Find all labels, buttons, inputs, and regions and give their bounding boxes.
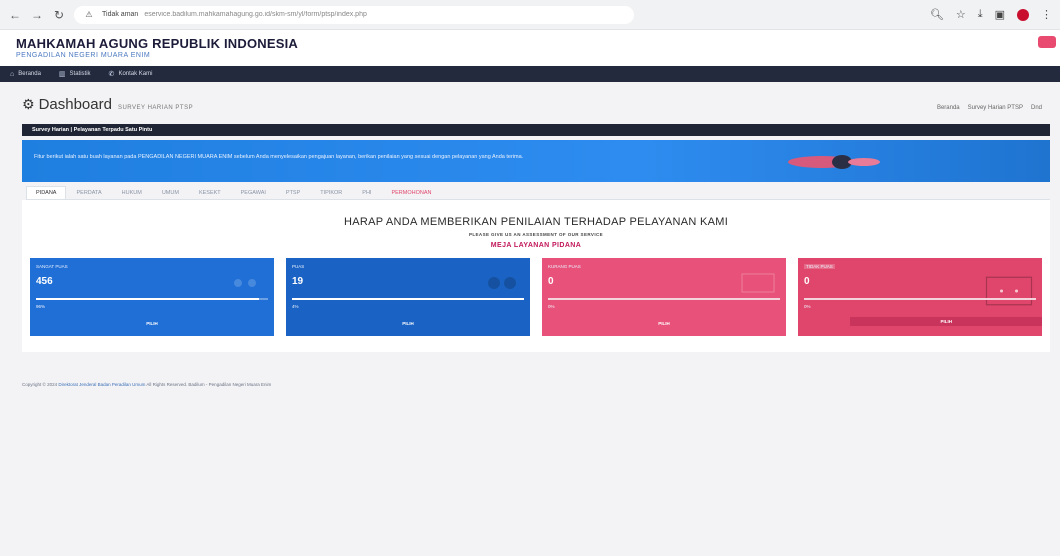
card-label: PUAS	[292, 264, 305, 269]
survey-panel: HARAP ANDA MEMBERIKAN PENILAIAN TERHADAP…	[22, 200, 1050, 352]
profile-avatar[interactable]	[1017, 8, 1029, 21]
header-action-button[interactable]	[1038, 36, 1056, 48]
site-header: MAHKAMAH AGUNG REPUBLIK INDONESIA PENGAD…	[0, 30, 1060, 66]
back-icon[interactable]: ←	[8, 8, 22, 22]
choose-button[interactable]: PILIH	[542, 321, 786, 326]
star-icon[interactable]: ☆	[956, 8, 966, 21]
tab-perdata[interactable]: PERDATA	[66, 186, 111, 199]
breadcrumb-item[interactable]: Beranda	[937, 105, 960, 111]
zoom-icon[interactable]: 🔍︎	[930, 8, 944, 21]
tab-phi[interactable]: PHI	[352, 186, 381, 199]
gear-icon: ⚙	[22, 96, 35, 112]
nav-item-label: Statistik	[69, 71, 91, 77]
nav-item-label: Kontak Kami	[118, 71, 153, 77]
dashboard-heading: ⚙ Dashboard SURVEY HARIAN PTSP Beranda S…	[22, 96, 1042, 116]
download-icon[interactable]: ⤓	[978, 8, 983, 21]
home-icon: ⌂	[10, 70, 15, 78]
progress-fill	[36, 298, 259, 300]
progress-track	[804, 298, 1036, 300]
progress-track	[36, 298, 268, 300]
survey-subheading: PLEASE GIVE US AN ASSESSMENT OF OUR SERV…	[468, 232, 604, 237]
progress-track	[548, 298, 780, 300]
card-percent: 96%	[36, 304, 46, 309]
strip-title: Survey Harian | Pelayanan Terpadu Satu P…	[32, 127, 153, 133]
footer-owner-link[interactable]: Direktorat Jenderal Badan Peradilan Umum	[58, 382, 145, 387]
rating-card-kurang-puas[interactable]: KURANG PUAS 0 0% PILIH	[542, 258, 786, 336]
chart-icon: ▥	[58, 71, 66, 78]
survey-heading: HARAP ANDA MEMBERIKAN PENILAIAN TERHADAP…	[343, 216, 729, 228]
neutral-face-icon	[741, 273, 775, 293]
tab-pegawai[interactable]: PEGAWAI	[231, 186, 276, 199]
banner-illustration	[788, 155, 880, 169]
tab-tipikor[interactable]: TIPIKOR	[310, 186, 352, 199]
page-title: Dashboard	[38, 96, 112, 113]
breadcrumb-item: Dnd	[1030, 105, 1042, 111]
site-title: MAHKAMAH AGUNG REPUBLIK INDONESIA	[16, 36, 299, 51]
service-tabs: PIDANA PERDATA HUKUM UMUM KESEKT PEGAWAI…	[26, 186, 1050, 200]
tab-umum[interactable]: UMUM	[152, 186, 189, 199]
choose-button[interactable]: PILIH	[850, 317, 1042, 326]
main-navbar: ⌂ Beranda ▥ Statistik ✆ Kontak Kami	[0, 66, 1060, 82]
page-footer: Copyright © 2024 Direktorat Jenderal Bad…	[22, 382, 271, 387]
nav-item-label: Beranda	[18, 71, 41, 77]
forward-icon[interactable]: →	[30, 8, 44, 22]
card-value: 19	[292, 276, 304, 287]
smile-icon	[488, 277, 516, 289]
rating-card-puas[interactable]: PUAS 19 4% PILIH	[286, 258, 530, 336]
sidepanel-icon[interactable]: ▣	[995, 8, 1005, 21]
browser-actions: 🔍︎ ☆ ⤓ ▣ ⋮	[930, 8, 1052, 21]
footer-copyright: Copyright © 2024	[22, 382, 58, 387]
url-text: eservice.badilum.mahkamahagung.go.id/skm…	[144, 11, 367, 18]
reload-icon[interactable]: ↻	[52, 8, 66, 22]
card-label: TIDAK PUAS	[804, 264, 835, 269]
page-subtitle: SURVEY HARIAN PTSP	[117, 105, 194, 111]
security-label: Tidak aman	[102, 11, 139, 18]
nav-item-statistik[interactable]: ▥ Statistik	[59, 70, 91, 78]
card-label: KURANG PUAS	[548, 264, 581, 269]
survey-title-strip: Survey Harian | Pelayanan Terpadu Satu P…	[22, 124, 1050, 136]
desk-label: MEJA LAYANAN PIDANA	[490, 242, 582, 249]
sad-face-icon	[985, 276, 1033, 306]
address-bar[interactable]: ⚠ Tidak aman eservice.badilum.mahkamahag…	[74, 5, 634, 24]
card-percent: 0%	[804, 304, 811, 309]
tab-hukum[interactable]: HUKUM	[112, 186, 152, 199]
page: ← → ↻ ⚠ Tidak aman eservice.badilum.mahk…	[0, 0, 1060, 556]
tab-pidana[interactable]: PIDANA	[26, 186, 67, 199]
progress-track	[292, 298, 524, 300]
tab-ptsp[interactable]: PTSP	[276, 186, 310, 199]
rating-card-tidak-puas[interactable]: TIDAK PUAS 0 0% PILIH	[798, 258, 1042, 336]
breadcrumb: Beranda Survey Harian PTSP Dnd	[937, 105, 1042, 111]
nav-item-kontak[interactable]: ✆ Kontak Kami	[109, 70, 153, 78]
warning-icon: ⚠	[85, 10, 93, 19]
phone-icon: ✆	[108, 71, 115, 78]
tab-permohonan[interactable]: PERMOHONAN	[381, 186, 441, 199]
site-subtitle: PENGADILAN NEGERI MUARA ENIM	[16, 52, 151, 59]
banner-text: Fitur berikut ialah satu buah layanan pa…	[34, 154, 524, 160]
card-percent: 4%	[292, 304, 299, 309]
breadcrumb-item[interactable]: Survey Harian PTSP	[968, 105, 1023, 111]
card-label: SANGAT PUAS	[36, 264, 68, 269]
progress-fill	[292, 298, 302, 300]
card-value: 0	[804, 276, 810, 287]
nav-item-beranda[interactable]: ⌂ Beranda	[10, 71, 41, 78]
footer-rest: All Rights Reserved. Badilum - Pengadila…	[145, 382, 272, 387]
choose-button[interactable]: PILIH	[30, 321, 274, 326]
smile-icon	[234, 279, 256, 287]
menu-icon[interactable]: ⋮	[1041, 8, 1052, 21]
info-banner: Fitur berikut ialah satu buah layanan pa…	[22, 140, 1050, 182]
card-percent: 0%	[548, 304, 555, 309]
card-value: 456	[36, 276, 53, 287]
browser-toolbar: ← → ↻ ⚠ Tidak aman eservice.badilum.mahk…	[0, 0, 1060, 30]
rating-card-sangat-puas[interactable]: SANGAT PUAS 456 96% PILIH	[30, 258, 274, 336]
card-value: 0	[548, 276, 554, 287]
tab-kesekt[interactable]: KESEKT	[189, 186, 231, 199]
choose-button[interactable]: PILIH	[286, 321, 530, 326]
